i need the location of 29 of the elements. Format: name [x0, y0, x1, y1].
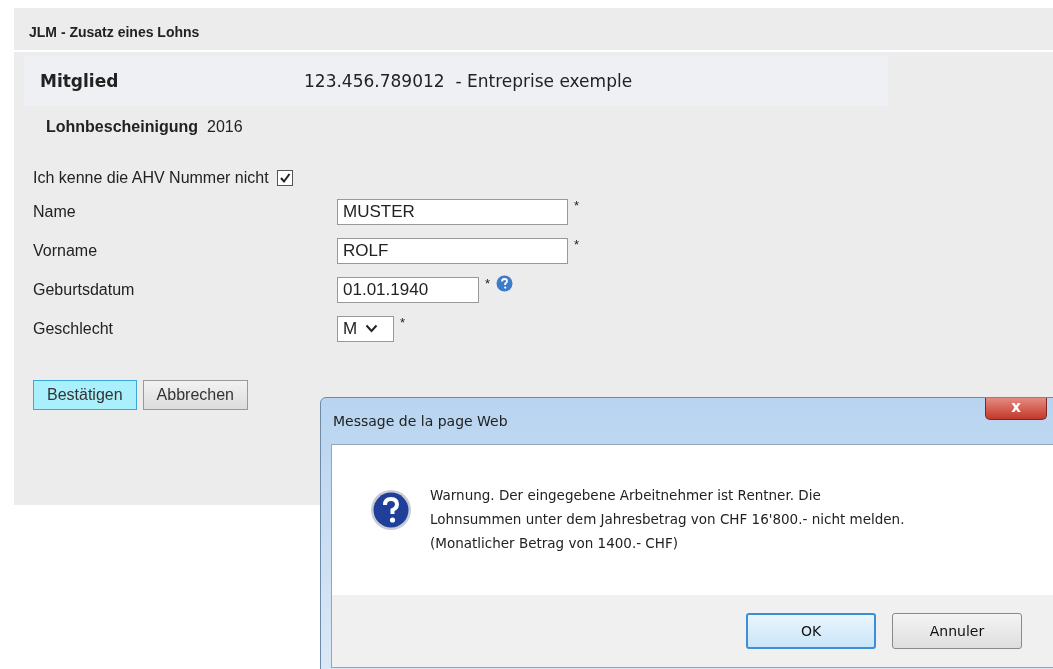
field-label: Geburtsdatum [33, 280, 136, 299]
input-field[interactable]: 01.01.1940 [337, 276, 479, 303]
ahv-label: Ich kenne die AHV Nummer nicht [33, 169, 269, 187]
member-value: 123.456.789012 - Entreprise exemple [304, 71, 633, 91]
question-icon [370, 489, 412, 531]
help-icon[interactable] [496, 275, 514, 292]
field-label: Geschlecht [33, 319, 115, 338]
input-field[interactable]: ROLF [337, 237, 568, 264]
dialog-button[interactable]: Annuler [892, 613, 1022, 649]
page-title: JLM - Zusatz eines Lohns [14, 24, 1053, 52]
dialog-button[interactable]: OK [746, 613, 876, 649]
dialog-title: Message de la page Web [332, 413, 508, 429]
chevron-icon [365, 324, 379, 333]
required-mark: * [400, 315, 406, 330]
close-button[interactable]: x [985, 398, 1047, 420]
certificate-label: Lohnbescheinigung [46, 118, 198, 135]
ahv-checkbox[interactable] [276, 170, 293, 186]
required-mark: * [485, 276, 491, 291]
field-label: Name [33, 202, 77, 221]
form-button[interactable]: Abbrechen [142, 380, 248, 410]
warning-message: Warnung. Der eingegebene Arbeitnehmer ist Rentner. Die Lohnsummen unter dem Jahresbetrag von CHF 16'800.- nicht melden. (Monatlicher Betrag von 1400.- CHF) [430, 486, 905, 553]
certificate-year: 2016 [207, 118, 243, 135]
input-field[interactable]: MUSTER [337, 198, 568, 225]
gender-select[interactable]: M [337, 315, 394, 342]
form-button[interactable]: Bestätigen [33, 380, 137, 410]
member-label: Mitglied [39, 71, 120, 91]
required-mark: * [574, 198, 580, 213]
field-label: Vorname [33, 241, 99, 260]
required-mark: * [574, 237, 580, 252]
